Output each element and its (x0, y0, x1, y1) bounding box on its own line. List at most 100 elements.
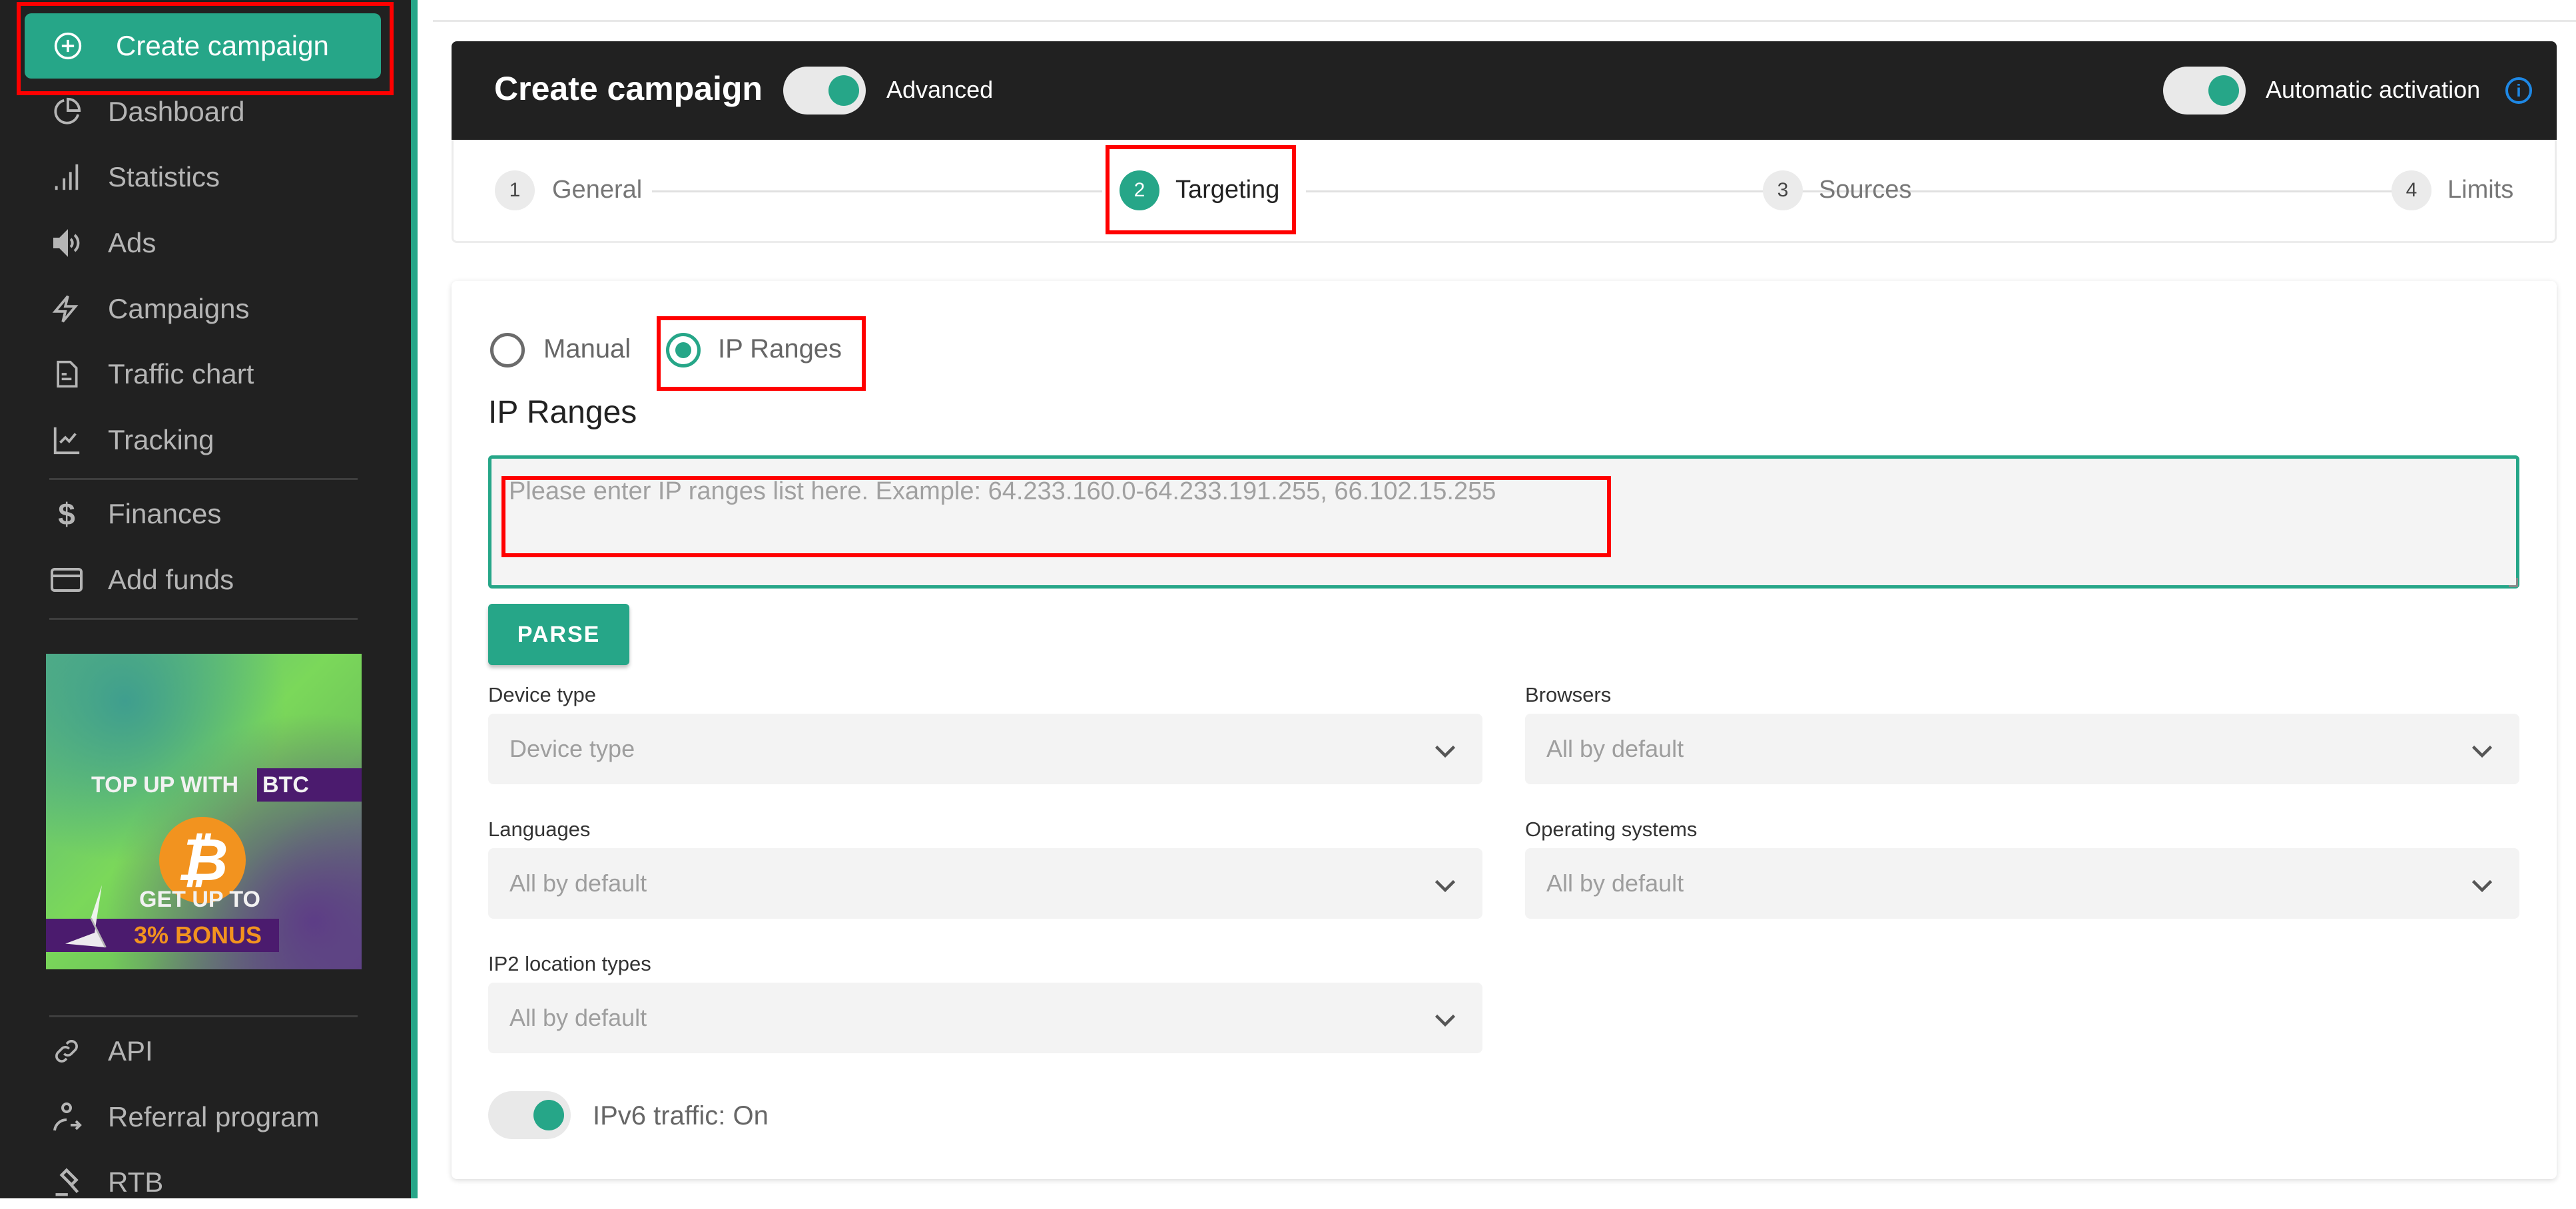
chevron-down-icon (1433, 738, 1457, 766)
banner-btc-highlight: BTC (257, 768, 362, 802)
step-3-number[interactable]: 3 (1763, 170, 1803, 210)
top-divider (433, 20, 2576, 22)
sidebar-item-label: Finances (108, 498, 222, 529)
campaign-header: Create campaign Advanced Automatic activ… (452, 41, 2557, 140)
resize-handle[interactable] (2509, 578, 2518, 587)
device-type-value: Device type (509, 735, 635, 762)
sidebar-item-label: Campaigns (108, 293, 250, 324)
ip-ranges-input[interactable] (488, 455, 2519, 589)
languages-select[interactable]: All by default (488, 848, 1482, 919)
sidebar-item-campaigns[interactable]: Campaigns (0, 282, 411, 336)
sidebar-item-label: Ads (108, 227, 157, 258)
origami-bird-icon (58, 881, 131, 958)
browsers-label: Browsers (1525, 683, 1612, 706)
manual-radio-label[interactable]: Manual (543, 334, 631, 364)
banner-line3: 3% BONUS (134, 921, 262, 949)
line-chart-icon (47, 425, 87, 455)
pie-chart-icon (47, 97, 87, 127)
step-1-number[interactable]: 1 (495, 170, 535, 210)
speaker-icon (47, 227, 87, 259)
step-3-label[interactable]: Sources (1819, 176, 1911, 204)
ipv6-traffic-label: IPv6 traffic: On (593, 1101, 769, 1130)
sidebar-item-label: API (108, 1035, 153, 1067)
automatic-activation-label: Automatic activation (2266, 76, 2481, 103)
advanced-label: Advanced (886, 76, 994, 103)
parse-button[interactable]: PARSE (488, 604, 629, 665)
languages-label: Languages (488, 818, 591, 841)
ip2-location-types-label: IP2 location types (488, 952, 651, 975)
step-1-label[interactable]: General (552, 176, 642, 204)
sidebar-item-label: Traffic chart (108, 358, 254, 389)
banner-line1: TOP UP WITH (91, 772, 239, 798)
step-connector (1927, 190, 2378, 192)
sidebar-item-label: Referral program (108, 1101, 320, 1132)
sidebar-item-finances[interactable]: $ Finances (0, 487, 411, 541)
plus-circle-icon (49, 31, 87, 61)
stepper: 1 General 2 Targeting 3 Sources 4 Limits (452, 140, 2557, 243)
browsers-value: All by default (1546, 735, 1684, 762)
sidebar-item-add-funds[interactable]: Add funds (0, 553, 411, 606)
credit-card-icon (47, 567, 87, 593)
sidebar-divider (49, 618, 358, 620)
sidebar-item-label: Tracking (108, 424, 214, 455)
sidebar: Create campaign Dashboard Statistics Ads… (0, 0, 411, 1198)
operating-systems-select[interactable]: All by default (1525, 848, 2519, 919)
automatic-activation-toggle[interactable] (2163, 67, 2246, 115)
bar-signal-icon (47, 162, 87, 192)
sidebar-item-api[interactable]: API (0, 1025, 411, 1078)
browsers-select[interactable]: All by default (1525, 714, 2519, 784)
toggle-knob (2208, 75, 2239, 106)
info-icon[interactable]: i (2505, 77, 2532, 104)
sidebar-item-label: Add funds (108, 564, 234, 595)
operating-systems-label: Operating systems (1525, 818, 1698, 841)
sidebar-divider (49, 478, 358, 480)
link-icon (47, 1036, 87, 1067)
chevron-down-icon (2470, 872, 2494, 900)
sidebar-item-label: Dashboard (108, 96, 245, 127)
create-campaign-label: Create campaign (116, 30, 329, 61)
sidebar-item-dashboard[interactable]: Dashboard (0, 85, 411, 138)
chevron-down-icon (2470, 738, 2494, 766)
banner-line2: GET UP TO (139, 887, 261, 912)
toggle-knob (828, 75, 859, 106)
chevron-down-icon (1433, 1007, 1457, 1035)
step-2-number[interactable]: 2 (1120, 170, 1159, 210)
step-4-number[interactable]: 4 (2392, 170, 2431, 210)
dollar-icon: $ (58, 497, 75, 531)
radio-dot (675, 342, 691, 358)
operating-systems-value: All by default (1546, 869, 1684, 897)
step-2-label[interactable]: Targeting (1175, 176, 1279, 204)
sidebar-item-traffic-chart[interactable]: Traffic chart (0, 348, 411, 401)
chevron-down-icon (1433, 872, 1457, 900)
manual-radio[interactable] (490, 333, 525, 367)
page-title: Create campaign (494, 70, 763, 107)
device-type-label: Device type (488, 683, 596, 706)
sidebar-item-label: Statistics (108, 161, 220, 192)
sidebar-item-rtb[interactable]: RTB (0, 1156, 411, 1209)
sidebar-item-ads[interactable]: Ads (0, 216, 411, 270)
device-type-select[interactable]: Device type (488, 714, 1482, 784)
sidebar-item-tracking[interactable]: Tracking (0, 413, 411, 467)
toggle-knob (533, 1100, 564, 1130)
ipv6-traffic-toggle[interactable] (488, 1091, 571, 1139)
ip2-location-types-select[interactable]: All by default (488, 983, 1482, 1053)
ip-ranges-radio-label[interactable]: IP Ranges (718, 334, 842, 364)
user-share-icon (47, 1101, 87, 1133)
lightning-icon (47, 294, 87, 324)
step-connector (652, 190, 1102, 192)
gavel-icon (47, 1168, 87, 1197)
sidebar-item-label: RTB (108, 1166, 164, 1198)
sidebar-edge (411, 0, 418, 1198)
sidebar-item-statistics[interactable]: Statistics (0, 150, 411, 204)
advanced-toggle[interactable] (783, 67, 866, 115)
targeting-card: Manual IP Ranges IP Ranges PARSE Device … (452, 281, 2557, 1179)
create-campaign-button[interactable]: Create campaign (25, 13, 381, 79)
sidebar-item-referral-program[interactable]: Referral program (0, 1090, 411, 1144)
document-icon (47, 358, 87, 390)
ip-ranges-radio[interactable] (666, 333, 701, 367)
step-4-label[interactable]: Limits (2447, 176, 2513, 204)
sidebar-divider (49, 1015, 358, 1017)
btc-promo-banner[interactable]: TOP UP WITH BTC ₿ GET UP TO 3% BONUS (46, 654, 362, 969)
section-title: IP Ranges (488, 395, 637, 430)
languages-value: All by default (509, 869, 647, 897)
